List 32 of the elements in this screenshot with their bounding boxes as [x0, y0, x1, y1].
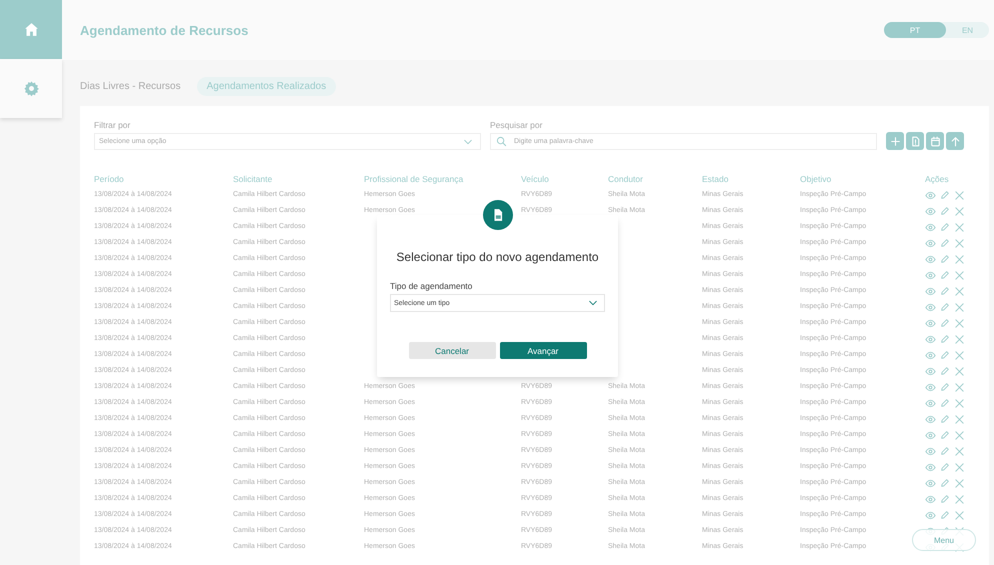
sidebar-item[interactable]	[0, 0, 62, 59]
toolbar-button[interactable]	[946, 132, 964, 150]
column-header: Ações	[925, 173, 949, 186]
search-label: Pesquisar por	[490, 120, 544, 130]
column-header: Objetivo	[800, 173, 832, 186]
column-header: Período	[94, 173, 124, 186]
chevron-icon	[587, 298, 599, 308]
next-button[interactable]: Avançar	[500, 342, 586, 359]
home-icon	[22, 21, 40, 38]
cancel-button[interactable]: Cancelar	[408, 342, 496, 359]
column-header: Estado	[702, 173, 728, 186]
settings-icon	[22, 80, 40, 97]
plus-icon	[888, 134, 902, 148]
search-icon	[496, 136, 507, 147]
menu-button[interactable]: Menu	[912, 529, 976, 551]
toolbar-button[interactable]	[886, 132, 904, 150]
calendar-icon	[928, 134, 942, 148]
toolbar-button[interactable]	[906, 132, 924, 150]
tab[interactable]: Agendamentos Realizados	[196, 77, 336, 96]
dialog-title: Selecionar tipo do novo agendamento	[395, 250, 600, 264]
column-header: Veículo	[521, 173, 549, 186]
language-option[interactable]: EN	[946, 22, 989, 38]
tab[interactable]: Dias Livres - Recursos	[80, 77, 181, 96]
sidebar-item[interactable]	[0, 59, 62, 118]
language-option[interactable]: PT	[884, 22, 946, 38]
column-header: Profissional de Segurança	[364, 173, 464, 186]
column-header: Condutor	[608, 173, 643, 186]
page-title: Agendamento de Recursos	[80, 22, 248, 38]
toolbar-button[interactable]	[926, 132, 944, 150]
filter-label: Filtrar por	[94, 120, 132, 130]
field-label: Tipo de agendamento	[390, 281, 474, 291]
column-header: Solicitante	[233, 173, 272, 186]
